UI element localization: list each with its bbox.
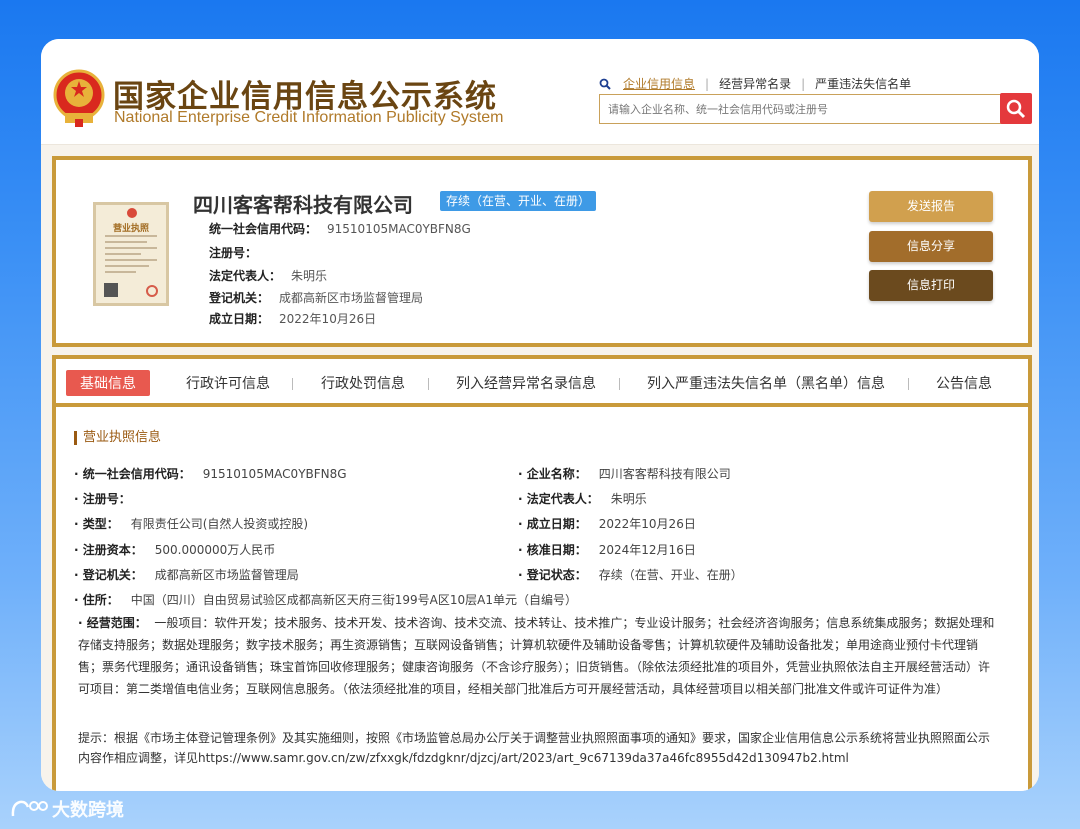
send-report-button[interactable]: 发送报告 [869,191,993,222]
info-legal-rep: · 法定代表人： 朱明乐 [518,492,647,506]
field-credit-code: 统一社会信用代码： 91510105MAC0YBFN8G [209,222,471,236]
main-card: 国家企业信用信息公示系统 National Enterprise Credit … [41,39,1039,791]
tab-abnormal-list[interactable]: 列入经营异常名录信息 [456,373,596,393]
field-reg-no: 注册号： [209,246,258,260]
search-icon [599,78,611,90]
share-info-button[interactable]: 信息分享 [869,231,993,262]
site-header: 国家企业信用信息公示系统 National Enterprise Credit … [41,39,1039,145]
tab-separator [292,378,293,390]
info-approval-date: · 核准日期： 2024年12月16日 [518,543,696,557]
tab-separator [908,378,909,390]
seal-icon [146,285,158,297]
print-info-button[interactable]: 信息打印 [869,270,993,301]
info-company-name: · 企业名称： 四川客客帮科技有限公司 [518,467,731,481]
info-reg-no: · 注册号： [74,492,131,506]
emblem-icon [127,208,137,218]
info-capital: · 注册资本： 500.000000万人民币 [74,543,276,557]
field-legal-rep: 法定代表人： 朱明乐 [209,269,328,283]
tab-blacklist[interactable]: 列入严重违法失信名单（黑名单）信息 [647,373,885,393]
watermark: 大数跨境 [10,796,124,822]
section-title: 营业执照信息 [74,431,161,445]
link-abnormal-list[interactable]: 经营异常名录 [709,75,801,92]
info-credit-code: · 统一社会信用代码： 91510105MAC0YBFN8G [74,467,347,481]
company-name: 四川客客帮科技有限公司 [193,193,413,217]
business-license-image[interactable]: 营业执照 [93,202,169,306]
field-authority: 登记机关： 成都高新区市场监督管理局 [209,291,424,305]
license-label: 营业执照 [112,224,149,234]
info-authority: · 登记机关： 成都高新区市场监督管理局 [74,568,299,582]
info-established: · 成立日期： 2022年10月26日 [518,517,696,531]
info-panel: 基础信息 行政许可信息 行政处罚信息 列入经营异常名录信息 列入严重违法失信名单… [52,355,1032,791]
national-emblem-icon [53,69,105,127]
search-input[interactable] [600,95,1003,123]
tab-separator [619,378,620,390]
status-badge: 存续（在营、开业、在册） [440,191,597,211]
tab-admin-penalty[interactable]: 行政处罚信息 [321,373,405,393]
link-enterprise-credit[interactable]: 企业信用信息 [613,75,705,92]
info-address: · 住所： 中国（四川）自由贸易试验区成都高新区天府三街199号A区10层A1单元… [74,593,577,607]
search-box [599,94,1003,124]
top-links: 企业信用信息 | 经营异常名录 | 严重违法失信名单 [599,75,921,92]
company-summary: 营业执照 四川客客帮科技有限公司 存续（在营、开业、在册） 统一社会信用代码： 9… [52,156,1032,347]
tab-admin-license[interactable]: 行政许可信息 [186,373,270,393]
info-type: · 类型： 有限责任公司(自然人投资或控股) [74,517,309,531]
system-subtitle: National Enterprise Credit Information P… [114,109,504,126]
search-button[interactable] [1000,93,1032,124]
field-established: 成立日期： 2022年10月26日 [209,312,377,326]
tab-announcements[interactable]: 公告信息 [936,373,992,393]
link-blacklist[interactable]: 严重违法失信名单 [805,75,921,92]
license-text-lines [105,235,157,277]
notice-tip: 提示：根据《市场主体登记管理条例》及其实施细则，按照《市场监管总局办公厅关于调整… [78,731,991,765]
qr-code-icon [104,283,118,297]
info-reg-status: · 登记状态： 存续（在营、开业、在册） [518,568,743,582]
magnifier-icon [1006,99,1026,118]
business-scope: · 经营范围： 一般项目：软件开发；技术服务、技术开发、技术咨询、技术交流、技术… [78,616,995,696]
tab-bar: 基础信息 行政许可信息 行政处罚信息 列入经营异常名录信息 列入严重违法失信名单… [56,359,1028,407]
watermark-logo-icon [11,800,48,817]
watermark-text: 大数跨境 [52,800,124,821]
tab-basic-info[interactable]: 基础信息 [66,370,150,396]
tab-separator [428,378,429,390]
